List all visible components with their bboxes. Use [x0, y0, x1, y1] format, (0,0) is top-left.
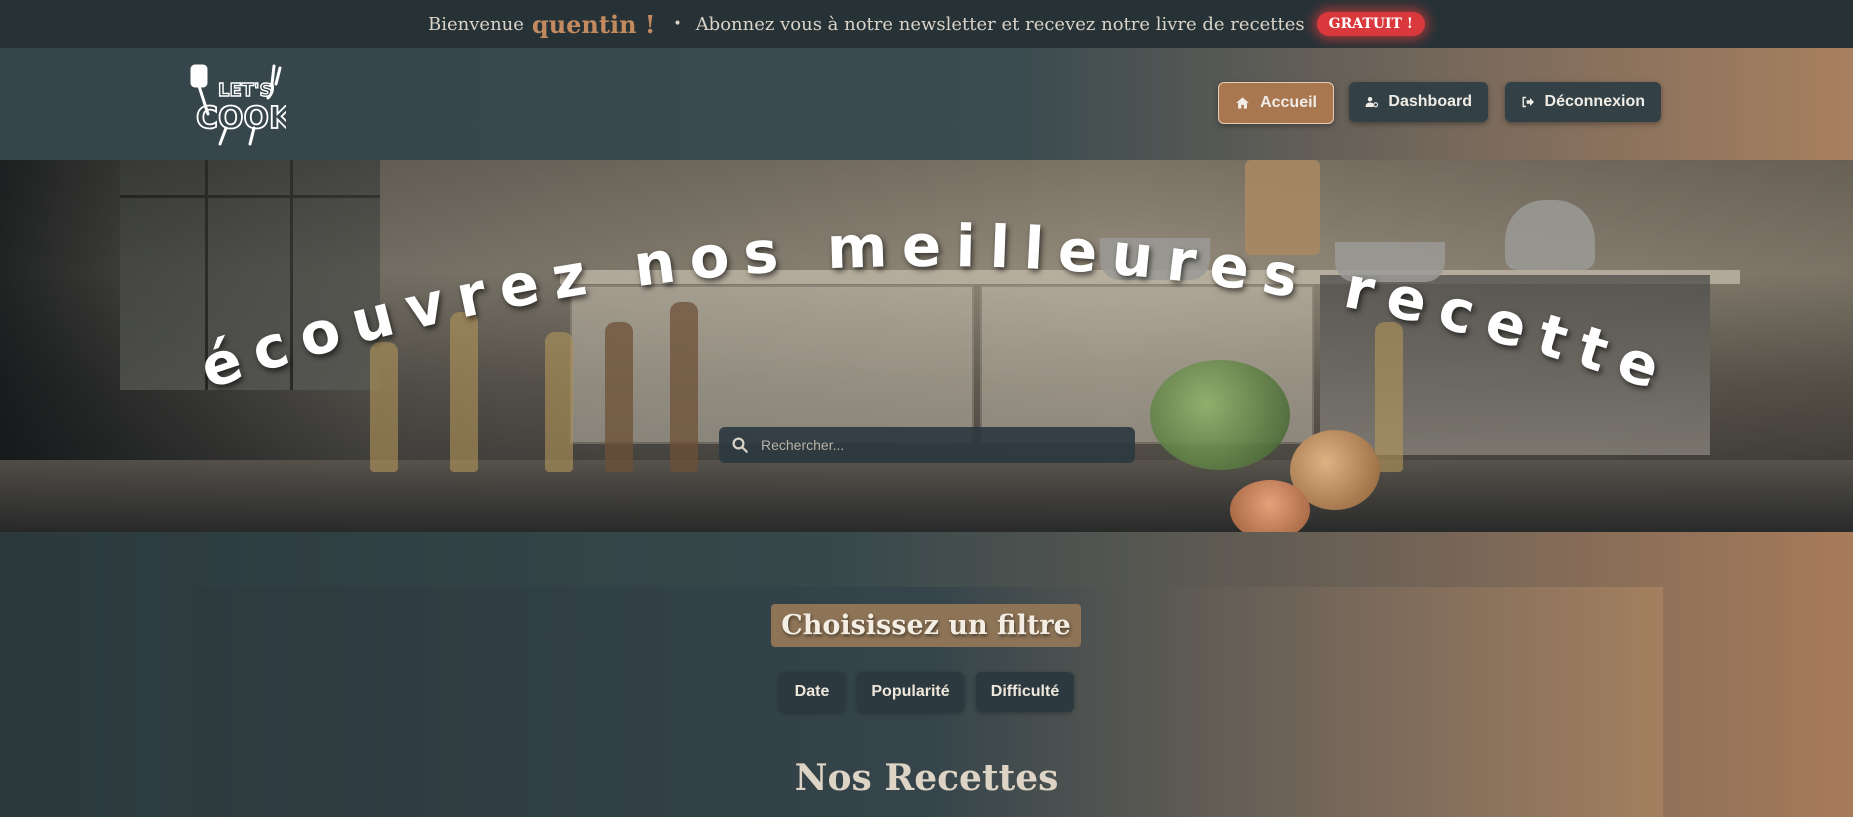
hero-banner: Découvrez nos meilleures recettes — [0, 160, 1853, 532]
filter-difficulte-button[interactable]: Difficulté — [976, 672, 1074, 712]
nav-accueil-button[interactable]: Accueil — [1218, 82, 1334, 124]
hero-title-svg: Découvrez nos meilleures recettes — [0, 160, 1681, 407]
filter-popularite-button[interactable]: Popularité — [857, 672, 964, 712]
home-icon — [1236, 97, 1249, 109]
logo-text-lets: LET'S — [218, 80, 273, 101]
search-bar[interactable] — [719, 427, 1135, 463]
nav-deconnexion-label: Déconnexion — [1544, 93, 1645, 110]
logout-icon — [1522, 96, 1534, 108]
nav-dashboard-label: Dashboard — [1388, 93, 1472, 110]
logo-text-cook: COOK — [196, 101, 286, 136]
user-cog-icon — [1365, 96, 1379, 108]
newsletter-promo[interactable]: Abonnez vous à notre newsletter et recev… — [696, 14, 1305, 35]
lets-cook-logo[interactable]: LET'S COOK — [190, 62, 295, 146]
free-badge[interactable]: GRATUIT ! — [1316, 12, 1425, 36]
filter-date-button[interactable]: Date — [779, 672, 845, 712]
welcome-text: Bienvenue — [428, 13, 524, 35]
separator-dot: • — [673, 16, 682, 32]
nav-deconnexion-button[interactable]: Déconnexion — [1505, 82, 1661, 122]
nav-dashboard-button[interactable]: Dashboard — [1349, 82, 1488, 122]
filter-title: Choisissez un filtre — [771, 604, 1081, 647]
search-icon — [732, 437, 748, 453]
username: quentin ! — [531, 9, 656, 39]
site-header: LET'S COOK Accueil Dashboard Déconnexion — [0, 48, 1853, 160]
recipes-section-title: Nos Recettes — [794, 757, 1059, 799]
nav-accueil-label: Accueil — [1260, 94, 1317, 111]
announcement-bar: Bienvenue quentin ! • Abonnez vous à not… — [0, 0, 1853, 48]
hero-title: Découvrez nos meilleures recettes — [0, 160, 1681, 407]
search-input[interactable] — [759, 436, 1123, 454]
